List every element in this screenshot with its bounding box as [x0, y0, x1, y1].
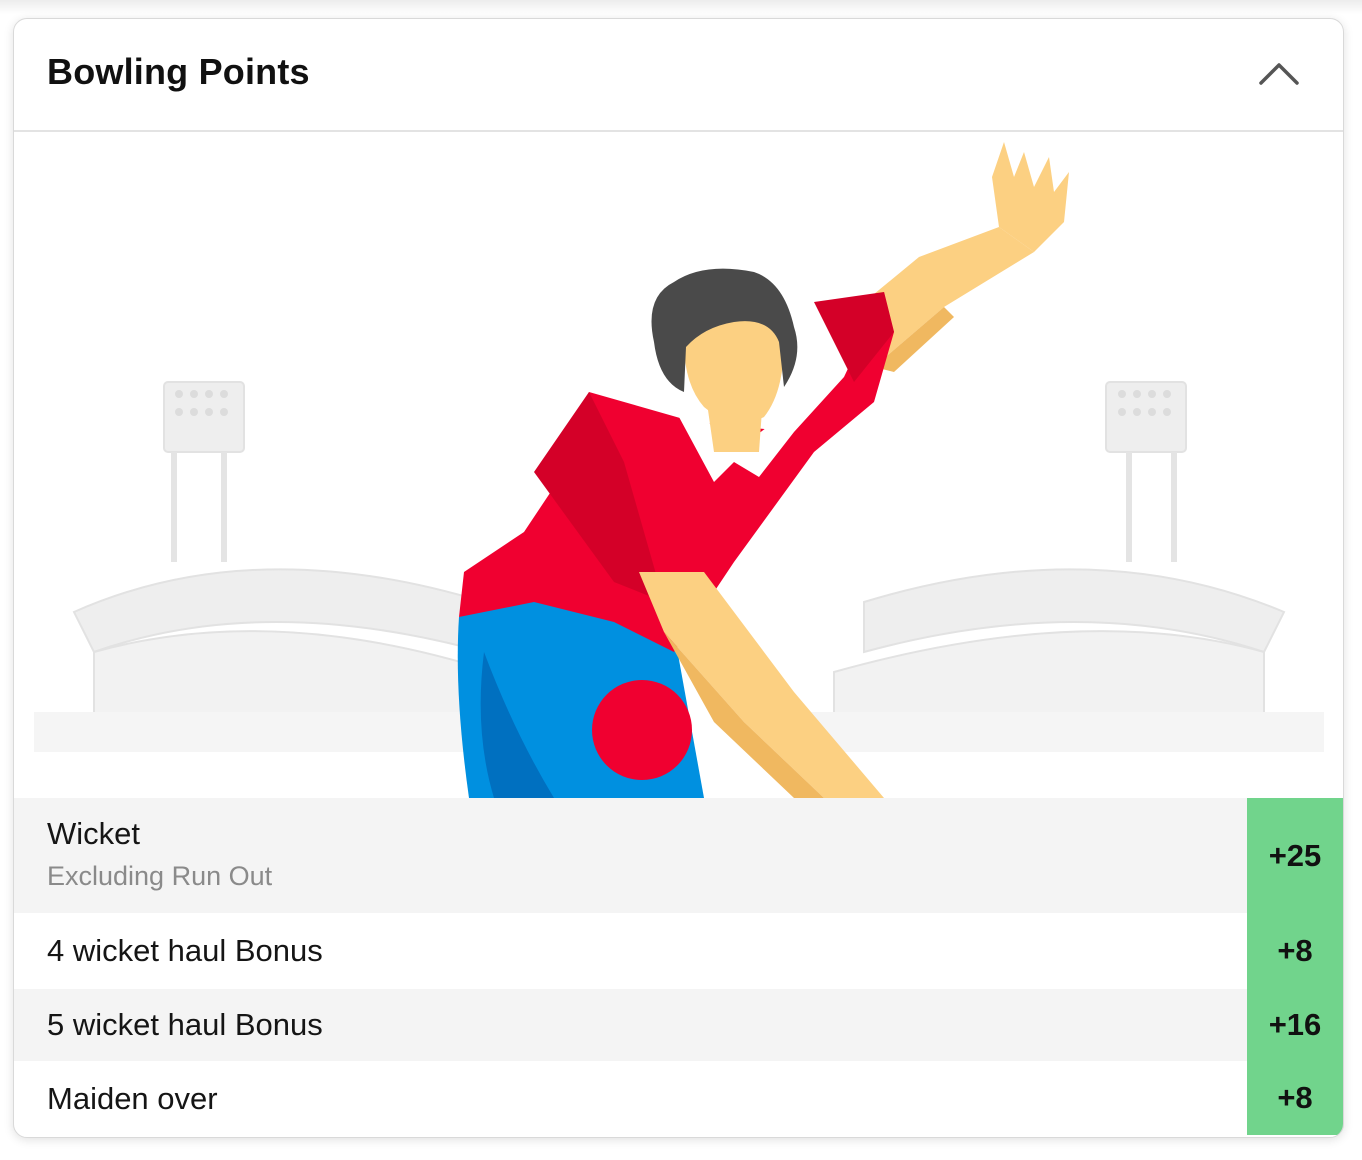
rule-row: 5 wicket haul Bonus +16: [14, 989, 1343, 1061]
cricket-ball: [592, 680, 692, 780]
page-top-shadow: [0, 0, 1362, 14]
rule-title: 5 wicket haul Bonus: [47, 1007, 323, 1042]
rule-title: Maiden over: [47, 1081, 218, 1116]
rule-title: Wicket: [47, 816, 140, 851]
rule-points: +8: [1247, 913, 1343, 989]
stadium-right: [804, 381, 1324, 752]
section-title: Bowling Points: [47, 51, 310, 92]
rule-title: 4 wicket haul Bonus: [47, 933, 323, 968]
card-header[interactable]: Bowling Points: [14, 19, 1343, 132]
points-rules-list: Wicket Excluding Run Out +25 4 wicket ha…: [14, 798, 1343, 1135]
rule-subtitle: Excluding Run Out: [47, 861, 273, 891]
rule-points: +8: [1247, 1061, 1343, 1135]
rule-row: Wicket Excluding Run Out +25: [14, 798, 1343, 913]
rule-row: 4 wicket haul Bonus +8: [14, 913, 1343, 989]
bowler-illustration: [14, 132, 1343, 798]
chevron-up-icon: [1259, 63, 1299, 85]
collapse-button[interactable]: [1255, 53, 1303, 93]
bowling-points-card: Bowling Points Wicket Excluding Run Out …: [13, 18, 1344, 1138]
rule-points: +16: [1247, 989, 1343, 1061]
rule-row: Maiden over +8: [14, 1061, 1343, 1135]
rule-points: +25: [1247, 798, 1343, 913]
